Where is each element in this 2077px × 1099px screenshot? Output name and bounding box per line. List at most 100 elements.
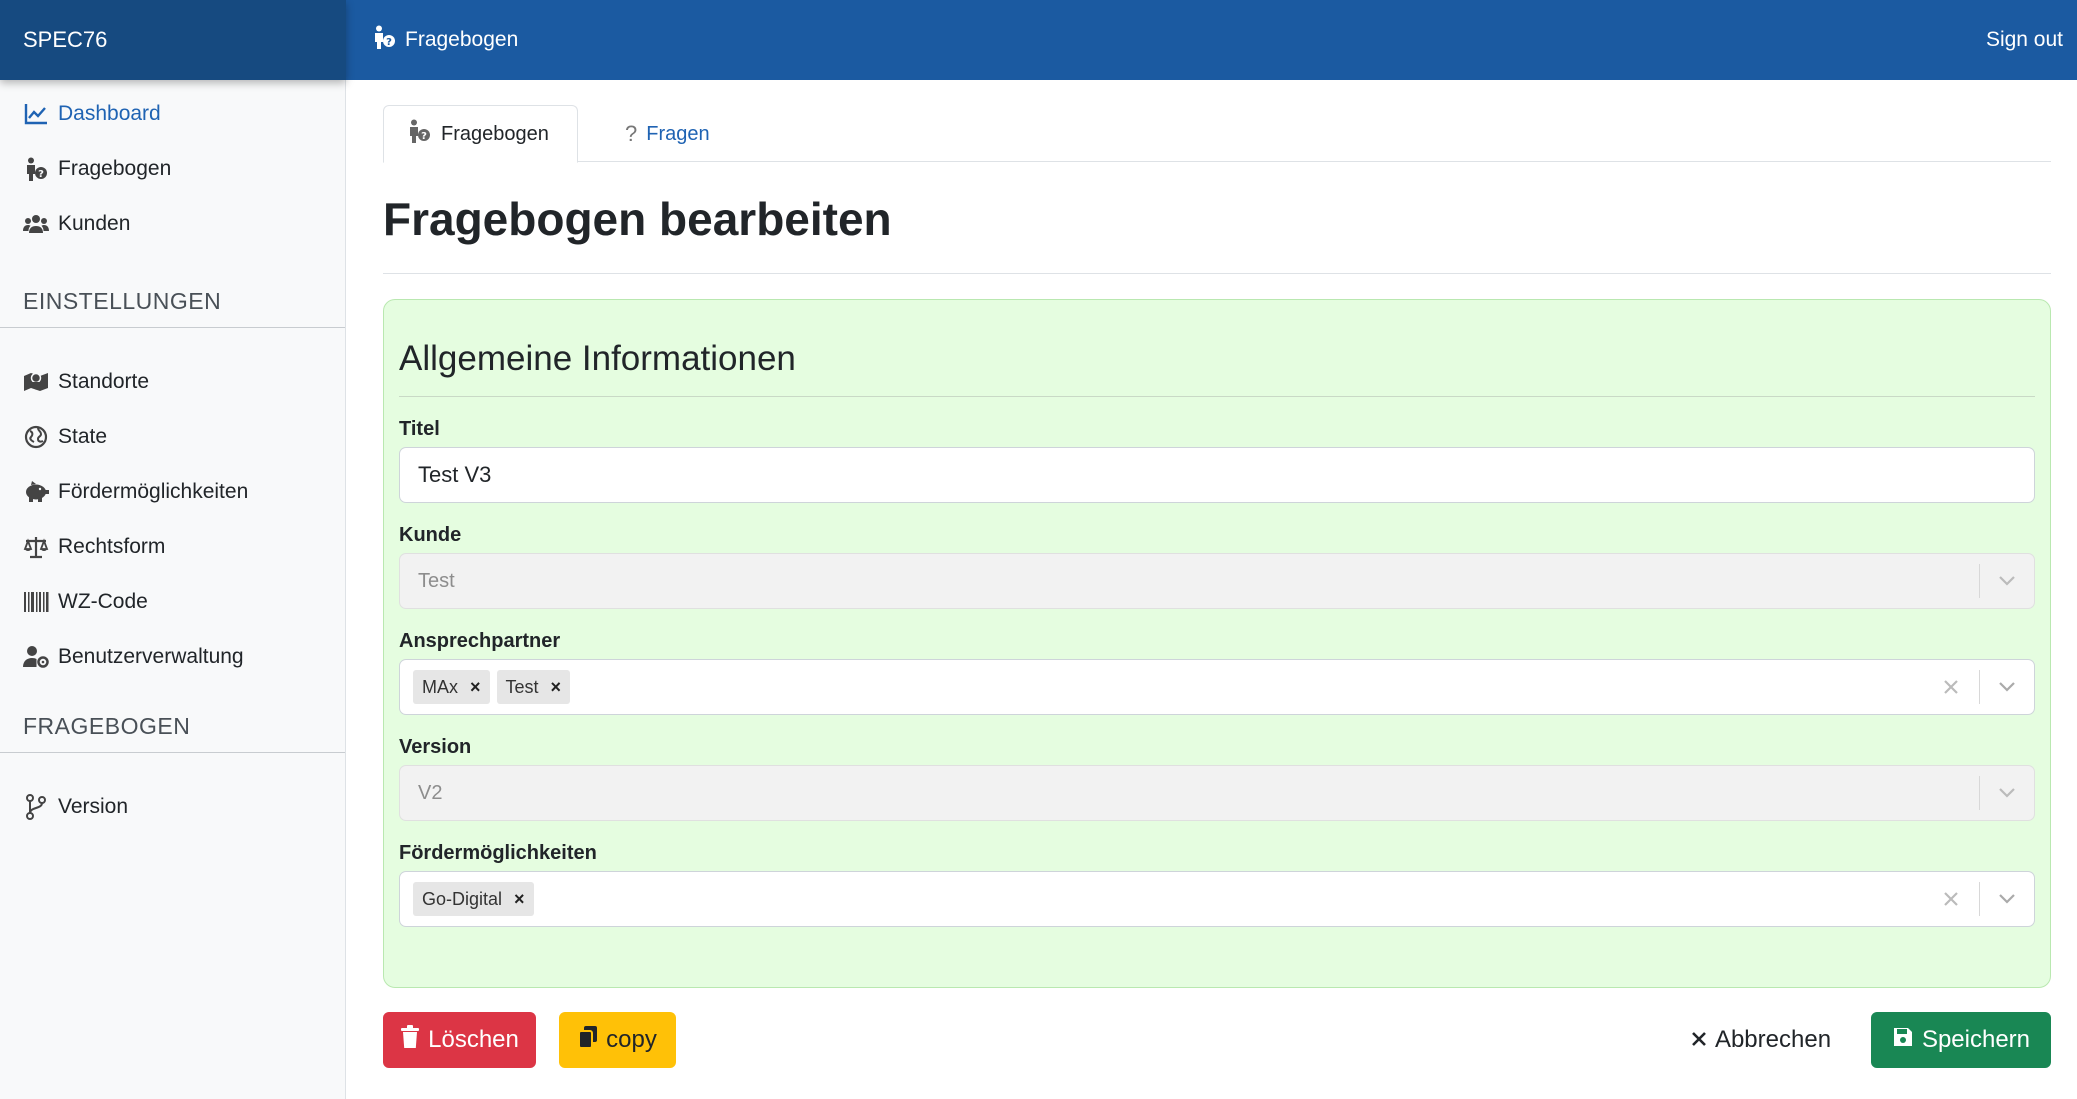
main-content: ? Fragebogen ? Fragen Fragebogen bearbei…: [383, 80, 2051, 1068]
card-title: Allgemeine Informationen: [399, 339, 796, 378]
sidebar-item-label: WZ-Code: [58, 589, 148, 613]
tab-label: Fragebogen: [441, 122, 549, 145]
copy-button[interactable]: copy: [559, 1012, 676, 1068]
tab-bar: ? Fragebogen ? Fragen: [383, 80, 2051, 163]
foerder-multiselect[interactable]: Go-Digital ×: [399, 871, 2035, 927]
card-divider: [399, 396, 2035, 397]
sidebar-item-label: Benutzerverwaltung: [58, 644, 244, 668]
sign-out-link[interactable]: Sign out: [1986, 28, 2063, 52]
sidebar-item-benutzerverwaltung[interactable]: Benutzerverwaltung: [0, 629, 345, 684]
chip-go-digital: Go-Digital ×: [413, 882, 534, 916]
version-label: Version: [399, 736, 472, 758]
sidebar-divider: [0, 327, 345, 328]
sidebar-item-wz-code[interactable]: WZ-Code: [0, 574, 345, 629]
sidebar-section-settings: EINSTELLUNGEN: [23, 288, 222, 314]
kunde-indicators: [1979, 554, 2034, 608]
general-info-card: Allgemeine Informationen Titel Test V3 K…: [383, 299, 2051, 988]
svg-text:?: ?: [38, 169, 44, 180]
chip-remove-icon[interactable]: ×: [470, 677, 481, 698]
sidebar-item-label: State: [58, 424, 108, 448]
field-ansprechpartner: Ansprechpartner MAx × Test ×: [399, 629, 2035, 715]
ansprechpartner-indicators: [1923, 660, 2034, 714]
chevron-down-icon[interactable]: [1980, 872, 2034, 926]
chart-line-icon: [23, 101, 49, 127]
kunde-value: Test: [418, 569, 455, 592]
sidebar-item-label: Kunden: [58, 211, 131, 235]
user-gear-icon: [23, 644, 49, 670]
sidebar-item-fragebogen[interactable]: ? Fragebogen: [0, 141, 345, 196]
chip-label: Test: [505, 676, 539, 697]
topbar-crumb[interactable]: ? Fragebogen: [371, 24, 518, 56]
copy-icon: [578, 1025, 598, 1056]
chevron-down-icon: [1980, 766, 2034, 820]
field-version: Version V2: [399, 735, 2035, 821]
field-titel: Titel Test V3: [399, 417, 2035, 503]
ansprechpartner-multiselect[interactable]: MAx × Test ×: [399, 659, 2035, 715]
chip-test: Test ×: [496, 670, 571, 704]
trash-icon: [400, 1024, 420, 1056]
delete-label: Löschen: [428, 1026, 519, 1053]
sidebar-item-label: Rechtsform: [58, 534, 166, 558]
chip-max: MAx ×: [413, 670, 490, 704]
chip-label: Go-Digital: [422, 888, 503, 909]
form-actions: Löschen copy Abbrechen Speichern: [383, 1012, 2051, 1068]
titel-value: Test V3: [418, 462, 492, 487]
svg-text:?: ?: [386, 37, 392, 48]
sidebar-section-fragebogen: FRAGEBOGEN: [23, 713, 191, 739]
save-label: Speichern: [1921, 1026, 2031, 1053]
titel-input[interactable]: Test V3: [399, 447, 2035, 503]
titel-label: Titel: [399, 418, 440, 440]
version-select: V2: [399, 765, 2035, 821]
page-title: Fragebogen bearbeiten: [383, 193, 892, 245]
users-icon: [23, 211, 49, 237]
delete-button[interactable]: Löschen: [383, 1012, 536, 1068]
top-navbar: ? Fragebogen Sign out: [346, 0, 2077, 80]
sidebar-divider: [0, 752, 345, 753]
person-question-icon: ?: [371, 24, 397, 56]
cancel-label: Abbrechen: [1714, 1026, 1832, 1053]
code-branch-icon: [23, 793, 49, 820]
chip-remove-icon[interactable]: ×: [514, 889, 525, 910]
chip-remove-icon[interactable]: ×: [551, 677, 562, 698]
topbar-title: Fragebogen: [405, 28, 519, 51]
globe-icon: [23, 424, 49, 450]
cancel-button[interactable]: Abbrechen: [1686, 1012, 1836, 1068]
chevron-down-icon[interactable]: [1980, 660, 2034, 714]
field-foerdermoeglichkeiten: Fördermöglichkeiten Go-Digital ×: [399, 841, 2035, 927]
sidebar-item-state[interactable]: State: [0, 409, 345, 464]
sidebar-item-kunden[interactable]: Kunden: [0, 196, 345, 251]
sidebar: Dashboard ? Fragebogen Kunden EINSTELLUN…: [0, 80, 346, 1099]
sidebar-item-foerdermoeglichkeiten[interactable]: Fördermöglichkeiten: [0, 464, 345, 519]
question-icon: ?: [625, 121, 638, 146]
person-question-icon: ?: [23, 156, 49, 182]
sidebar-item-version[interactable]: Version: [0, 779, 345, 834]
sidebar-item-label: Dashboard: [58, 101, 161, 125]
person-question-icon: ?: [406, 118, 432, 150]
sidebar-item-label: Fördermöglichkeiten: [58, 479, 249, 503]
sidebar-item-dashboard[interactable]: Dashboard: [0, 86, 345, 141]
piggy-bank-icon: [23, 479, 49, 505]
barcode-icon: [23, 589, 49, 615]
sidebar-item-label: Version: [58, 794, 129, 818]
clear-icon[interactable]: [1923, 872, 1979, 926]
kunde-label: Kunde: [399, 524, 462, 546]
chip-label: MAx: [422, 676, 458, 697]
foerder-indicators: [1923, 872, 2034, 926]
version-indicators: [1979, 766, 2034, 820]
tab-fragen[interactable]: ? Fragen: [603, 105, 732, 163]
tab-fragebogen[interactable]: ? Fragebogen: [383, 105, 578, 163]
field-kunde: Kunde Test: [399, 523, 2035, 609]
sidebar-item-label: Fragebogen: [58, 156, 172, 180]
tab-label: Fragen: [646, 122, 710, 145]
title-divider: [383, 273, 2051, 274]
sidebar-item-rechtsform[interactable]: Rechtsform: [0, 519, 345, 574]
close-icon: [1691, 1026, 1707, 1054]
sidebar-item-standorte[interactable]: Standorte: [0, 354, 345, 409]
clear-icon[interactable]: [1923, 660, 1979, 714]
chevron-down-icon: [1980, 554, 2034, 608]
ansprechpartner-label: Ansprechpartner: [399, 630, 561, 652]
map-marker-icon: [23, 369, 49, 395]
save-button[interactable]: Speichern: [1871, 1012, 2051, 1068]
version-value: V2: [418, 781, 443, 804]
brand-logo[interactable]: SPEC76: [0, 0, 346, 80]
